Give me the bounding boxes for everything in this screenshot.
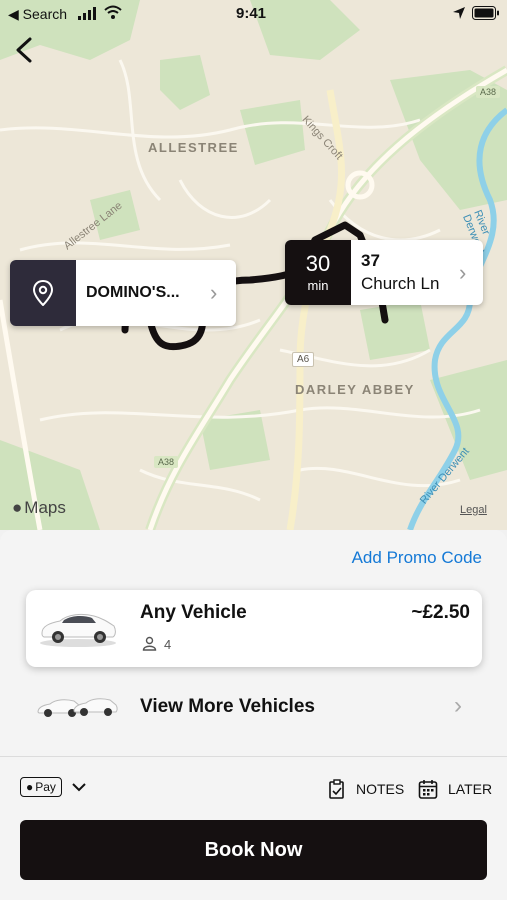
- location-arrow-icon: [453, 6, 465, 23]
- vehicle-seats: 4: [164, 637, 172, 652]
- back-button[interactable]: [12, 36, 40, 68]
- eta-value: 30: [305, 250, 331, 276]
- maps-attribution: ● Maps: [12, 498, 66, 518]
- status-back-to-search[interactable]: ◀ Search: [8, 6, 67, 23]
- road-shield-a38-north: A38: [476, 86, 501, 98]
- chevron-right-icon: ›: [459, 259, 467, 285]
- add-promo-code-link[interactable]: Add Promo Code: [352, 548, 482, 568]
- road-shield-a38-south: A38: [154, 456, 179, 468]
- maps-attribution-label: Maps: [24, 498, 66, 517]
- signal-icon: [78, 7, 98, 24]
- car-icon: [38, 606, 118, 653]
- status-bar: ◀ Search 9:41: [0, 0, 507, 28]
- destination-line2: Church Ln: [361, 274, 440, 293]
- divider: [0, 756, 507, 757]
- pickup-label: DOMINO'S...: [86, 284, 180, 301]
- wifi-icon: [104, 5, 122, 24]
- vehicle-price: ~£2.50: [411, 602, 470, 623]
- view-more-vehicles-label: View More Vehicles: [140, 696, 315, 717]
- map-label-allestree: ALLESTREE: [148, 140, 239, 155]
- cars-group-icon: [36, 692, 122, 727]
- view-more-vehicles-row[interactable]: View More Vehicles ›: [26, 682, 482, 732]
- chevron-down-icon: [72, 782, 86, 791]
- book-now-button[interactable]: Book Now: [20, 820, 487, 880]
- calendar-icon: [418, 780, 438, 799]
- map-view[interactable]: ALLESTREE DARLEY ABBEY Kings Croft Alles…: [0, 0, 507, 530]
- apple-pay-badge: ● Pay: [20, 777, 62, 797]
- booking-sheet: Add Promo Code Any Vehicle ~£2.50 4 View…: [0, 530, 507, 900]
- legal-link[interactable]: Legal: [460, 504, 487, 516]
- destination-line1: 37: [361, 251, 380, 270]
- notes-icon: [329, 779, 344, 799]
- later-label: LATER: [448, 781, 493, 797]
- payment-label: Pay: [35, 780, 56, 794]
- road-shield-a6: A6: [292, 352, 315, 367]
- status-time: 9:41: [236, 5, 267, 22]
- vehicle-card-any[interactable]: Any Vehicle ~£2.50 4: [26, 590, 482, 667]
- apple-logo-icon: ●: [26, 780, 34, 794]
- notes-label: NOTES: [356, 781, 405, 797]
- apple-logo-icon: ●: [12, 498, 23, 517]
- eta-badge: 30 min: [285, 240, 351, 305]
- destination-marker[interactable]: 30 min 37 Church Ln ›: [285, 240, 483, 305]
- chevron-left-icon: [16, 37, 32, 63]
- passenger-icon: [142, 636, 157, 656]
- destination-address: 37 Church Ln: [351, 251, 459, 294]
- notes-button[interactable]: NOTES: [328, 779, 404, 799]
- later-button[interactable]: LATER: [418, 779, 492, 799]
- battery-icon: [472, 6, 500, 24]
- eta-unit: min: [307, 277, 329, 293]
- chevron-right-icon: ›: [210, 280, 218, 305]
- pickup-marker[interactable]: DOMINO'S... ›: [10, 260, 236, 326]
- payment-selector[interactable]: ● Pay: [20, 777, 86, 797]
- location-pin-icon: [10, 260, 76, 326]
- map-label-darley-abbey: DARLEY ABBEY: [295, 382, 415, 397]
- chevron-right-icon: ›: [454, 692, 462, 719]
- vehicle-name: Any Vehicle: [140, 602, 247, 623]
